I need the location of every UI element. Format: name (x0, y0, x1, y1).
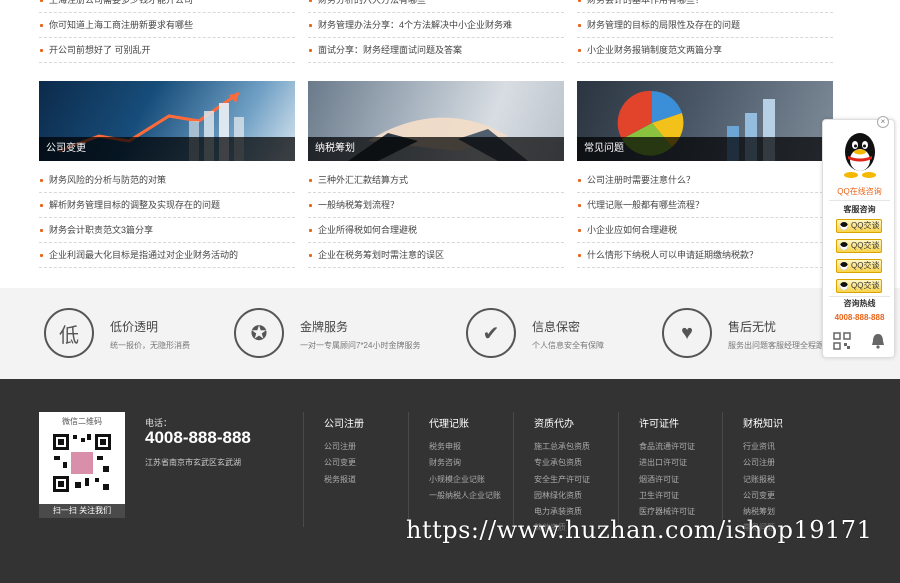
hotline-title: 咨询热线 (843, 299, 876, 308)
news-column-2: 财务分析的六大方法有哪些 财务管理办法分享：4个方法解决中小企业财务难 面试分享… (308, 0, 564, 63)
hotline-number: 4008-888-888 (834, 313, 885, 322)
card-list-2: 三种外汇汇款结算方式 一般纳税筹划流程？ 企业所得税如何合理避税 企业在税务筹划… (308, 168, 564, 268)
card-caption: 常见问题 (577, 137, 833, 161)
news-link[interactable]: 企业利润最大化目标是指通过对企业财务活动的 (39, 243, 295, 268)
medal-icon: ✪ (234, 308, 284, 358)
card-list-1: 财务风险的分析与防范的对策 解析财务管理目标的调整及实现存在的问题 财务会计职责… (39, 168, 295, 268)
footer-link[interactable]: 食品流通许可证 (639, 439, 695, 455)
footer-col-tax-knowledge: 财税知识 行业资讯 公司注册 记账报税 公司变更 纳税筹划 常见问题 (722, 412, 783, 532)
site-footer: 微信二维码 扫一扫 关注我们 电话： 4008-888-888 江苏省南京市玄武… (0, 379, 900, 583)
close-icon[interactable]: × (877, 116, 889, 128)
qq-penguin-icon (844, 133, 876, 178)
footer-link[interactable]: 公司注册 (324, 439, 364, 455)
footer-col-qualification: 资质代办 施工总承包资质 专业承包资质 安全生产许可证 园林绿化资质 电力承装资… (513, 412, 590, 532)
wechat-qr-box: 微信二维码 扫一扫 关注我们 (39, 412, 125, 518)
card-company-change[interactable]: 公司变更 (39, 81, 295, 161)
footer-col-title: 许可证件 (639, 419, 679, 430)
footer-link[interactable]: 公司变更 (743, 488, 783, 504)
card-caption: 公司变更 (39, 137, 295, 161)
news-link[interactable]: 财务风险的分析与防范的对策 (39, 168, 295, 193)
qq-online-widget: × QQ在线咨询 客服咨询 QQ交谈 QQ交谈 QQ交谈 QQ交谈 咨询热线 4… (822, 116, 896, 358)
footer-link[interactable]: 财务咨询 (429, 455, 501, 471)
feature-title: 金牌服务 (300, 320, 349, 334)
qq-chat-button[interactable]: QQ交谈 (836, 279, 882, 293)
qr-code-icon[interactable] (833, 332, 851, 350)
footer-col-company-reg: 公司注册 公司注册 公司变更 税务报道 (303, 412, 364, 527)
card-tax-planning[interactable]: 纳税筹划 (308, 81, 564, 161)
footer-link[interactable]: 小规模企业记账 (429, 472, 501, 488)
footer-link[interactable]: 一般纳税人企业记账 (429, 488, 501, 504)
footer-link[interactable]: 卫生许可证 (639, 488, 695, 504)
news-link[interactable]: 小企业应如何合理避税 (577, 218, 833, 243)
feature-desc: 统一报价，无隐形消费 (110, 341, 190, 350)
footer-link[interactable]: 烟酒许可证 (639, 472, 695, 488)
divider (829, 296, 890, 297)
qq-online-label[interactable]: QQ在线咨询 (823, 186, 896, 197)
news-link[interactable]: 财务管理的目标的局限性及存在的问题 (577, 13, 833, 38)
card-faq[interactable]: 常见问题 (577, 81, 833, 161)
news-link[interactable]: 财务会计的基本作用有哪些？ (577, 0, 833, 13)
feature-title: 售后无忧 (728, 320, 777, 334)
news-column-1: 上海注册公司需要多少钱才能开公司 你可知道上海工商注册新要求有哪些 开公司前想好… (39, 0, 295, 63)
news-link[interactable]: 三种外汇汇款结算方式 (308, 168, 564, 193)
news-link[interactable]: 财务会计职责范文3篇分享 (39, 218, 295, 243)
news-link[interactable]: 你可知道上海工商注册新要求有哪些 (39, 13, 295, 38)
card-caption: 纳税筹划 (308, 137, 564, 161)
footer-col-bookkeeping: 代理记账 税务申报 财务咨询 小规模企业记账 一般纳税人企业记账 (408, 412, 501, 527)
footer-link[interactable]: 施工总承包资质 (534, 439, 590, 455)
news-link[interactable]: 一般纳税筹划流程？ (308, 193, 564, 218)
footer-link[interactable]: 记账报税 (743, 472, 783, 488)
footer-link[interactable]: 行业资讯 (743, 439, 783, 455)
news-link[interactable]: 财务管理办法分享：4个方法解决中小企业财务难 (308, 13, 564, 38)
feature-title: 信息保密 (532, 320, 581, 334)
news-link[interactable]: 企业所得税如何合理避税 (308, 218, 564, 243)
feature-desc: 服务出问题客服经理全程跟进 (728, 341, 832, 350)
news-link[interactable]: 面试分享：财务经理面试问题及答案 (308, 38, 564, 63)
news-link[interactable]: 开公司前想好了 可别乱开 (39, 38, 295, 63)
news-link[interactable]: 上海注册公司需要多少钱才能开公司 (39, 0, 295, 13)
qq-chat-button[interactable]: QQ交谈 (836, 259, 882, 273)
footer-link[interactable]: 税务申报 (429, 439, 501, 455)
footer-col-title: 公司注册 (324, 419, 364, 430)
card-list-3: 公司注册时需要注意什么？ 代理记账一般都有哪些流程？ 小企业应如何合理避税 什么… (577, 168, 833, 268)
footer-link[interactable]: 进出口许可证 (639, 455, 695, 471)
shield-check-icon: ✔ (466, 308, 516, 358)
footer-col-title: 财税知识 (743, 419, 783, 430)
feature-desc: 个人信息安全有保障 (532, 341, 604, 350)
watermark-text: https://www.huzhan.com/ishop19171 (406, 516, 873, 544)
heart-icon: ♥ (662, 308, 712, 358)
feature-desc: 一对一专属顾问7*24小时金牌服务 (300, 341, 421, 350)
feature-band: 低 低价透明 统一报价，无隐形消费 ✪ 金牌服务 一对一专属顾问7*24小时金牌… (0, 288, 900, 379)
divider (829, 200, 890, 201)
qq-chat-button[interactable]: QQ交谈 (836, 239, 882, 253)
footer-col-licenses: 许可证件 食品流通许可证 进出口许可证 烟酒许可证 卫生许可证 医疗器械许可证 (618, 412, 695, 527)
news-link[interactable]: 公司注册时需要注意什么？ (577, 168, 833, 193)
footer-link[interactable]: 税务报道 (324, 472, 364, 488)
footer-link[interactable]: 园林绿化资质 (534, 488, 590, 504)
address: 江苏省南京市玄武区玄武湖 (145, 458, 241, 467)
bell-icon[interactable] (869, 332, 887, 350)
news-link[interactable]: 解析财务管理目标的调整及实现存在的问题 (39, 193, 295, 218)
footer-col-title: 资质代办 (534, 419, 574, 430)
service-title: 客服咨询 (843, 205, 876, 214)
qr-code-icon (51, 432, 113, 494)
footer-col-title: 代理记账 (429, 419, 469, 430)
news-link[interactable]: 财务分析的六大方法有哪些 (308, 0, 564, 13)
news-column-3: 财务会计的基本作用有哪些？ 财务管理的目标的局限性及存在的问题 小企业财务报销制… (577, 0, 833, 63)
qr-caption: 扫一扫 关注我们 (39, 504, 125, 518)
qr-title: 微信二维码 (62, 417, 102, 426)
footer-link[interactable]: 专业承包资质 (534, 455, 590, 471)
news-link[interactable]: 小企业财务报销制度范文两篇分享 (577, 38, 833, 63)
news-link[interactable]: 企业在税务筹划时需注意的误区 (308, 243, 564, 268)
news-link[interactable]: 代理记账一般都有哪些流程？ (577, 193, 833, 218)
feature-title: 低价透明 (110, 320, 159, 334)
low-price-icon: 低 (44, 308, 94, 358)
news-link[interactable]: 什么情形下纳税人可以申请延期缴纳税款？ (577, 243, 833, 268)
footer-link[interactable]: 公司注册 (743, 455, 783, 471)
qq-chat-button[interactable]: QQ交谈 (836, 219, 882, 233)
phone-number: 4008-888-888 (145, 428, 251, 447)
footer-link[interactable]: 安全生产许可证 (534, 472, 590, 488)
footer-link[interactable]: 公司变更 (324, 455, 364, 471)
